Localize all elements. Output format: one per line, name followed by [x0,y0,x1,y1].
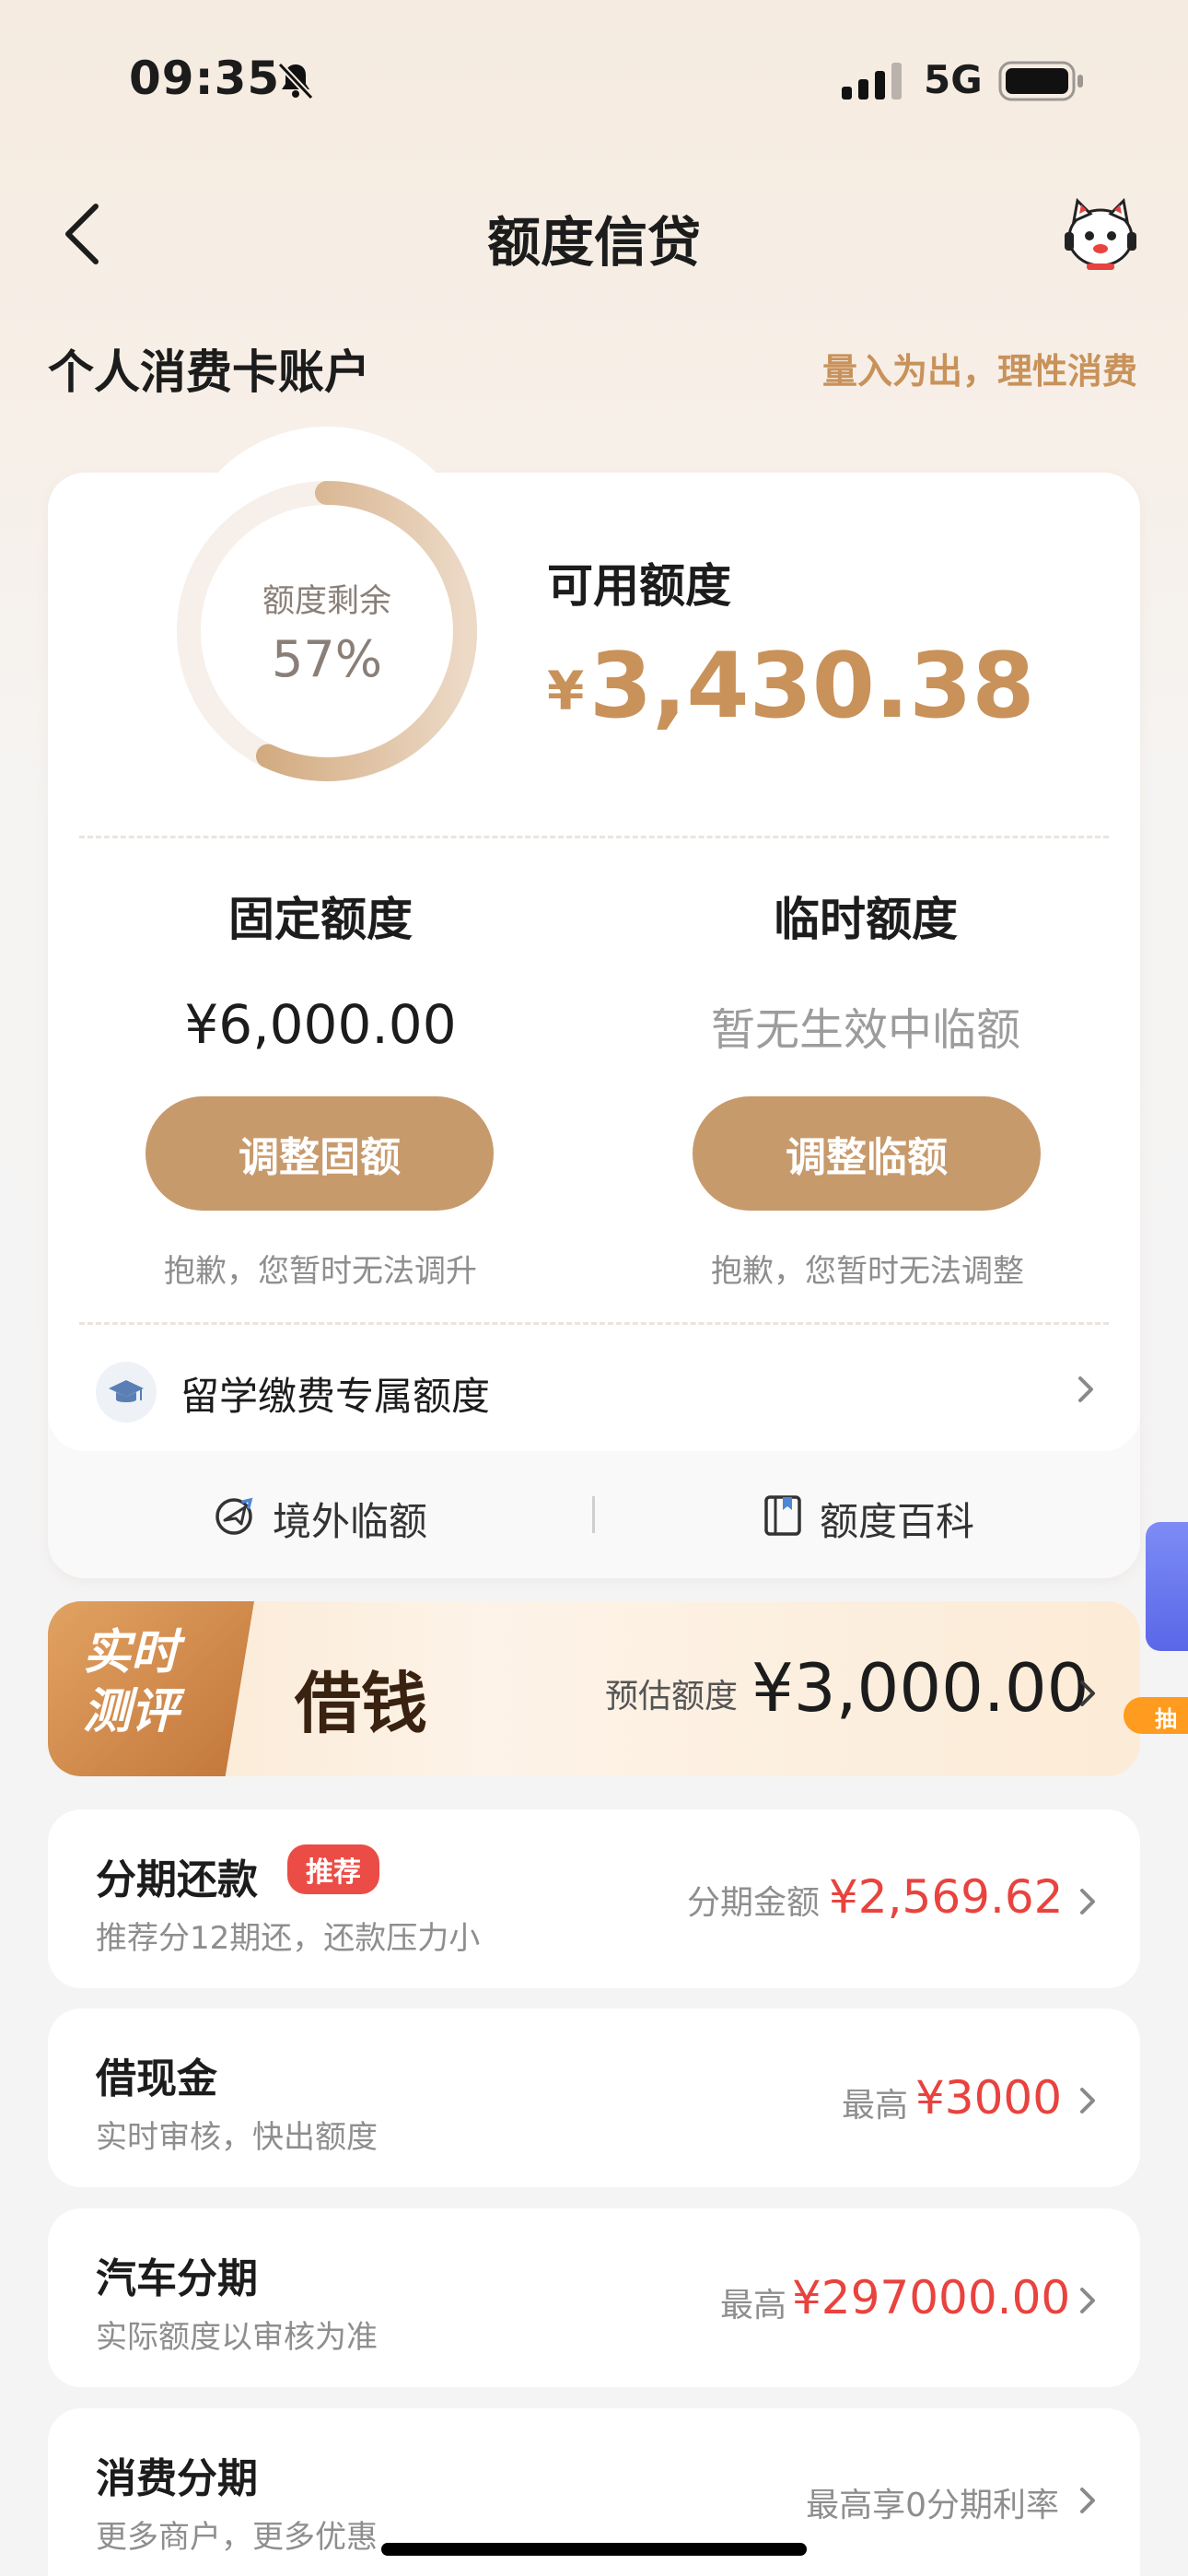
signal-icon [842,63,902,100]
graduation-cap-icon [96,1362,157,1423]
chevron-right-icon[interactable] [1077,2082,1100,2119]
adjust-temporary-quota-button[interactable]: 调整临额 [693,1096,1041,1211]
temporary-quota-value: 暂无生效中临额 [710,1004,1020,1056]
recommend-badge: 推荐 [287,1844,379,1894]
available-amount: 3,430.38 [589,634,1035,739]
chevron-right-icon[interactable] [1076,1371,1098,1408]
divider [79,1322,1109,1325]
installment-amount: ¥2,569.62 [829,1870,1064,1924]
fixed-quota-label: 固定额度 [228,893,413,946]
chevron-right-icon[interactable] [1077,1675,1100,1712]
estimate-amount: ¥3,000.00 [751,1649,1089,1727]
chevron-right-icon[interactable] [1077,2482,1100,2519]
cash-loan-subtitle: 实时审核，快出额度 [96,2119,378,2156]
status-time: 09:35 [129,52,281,105]
ring-percent: 57% [271,630,383,688]
borrow-title[interactable]: 借钱 [295,1649,427,1746]
account-title: 个人消费卡账户 [48,345,370,399]
car-installment-max-label: 最高 [719,2287,786,2324]
car-installment-max-amount: ¥297000.00 [792,2271,1071,2324]
consumer-installment-subtitle: 更多商户，更多优惠 [96,2519,378,2556]
cash-loan-title: 借现金 [96,2055,217,2102]
car-installment-title: 汽车分期 [96,2255,258,2302]
mascot-icon[interactable] [1059,195,1142,271]
page-title: 额度信贷 [486,211,701,274]
temporary-quota-note: 抱歉，您暂时无法调整 [711,1253,1024,1290]
footer-divider [592,1496,595,1533]
slogan-text: 量入为出，理性消费 [821,351,1137,392]
quota-wiki-link[interactable]: 额度百科 [820,1491,974,1547]
fixed-quota-note: 抱歉，您暂时无法调升 [164,1253,477,1290]
installment-repay-title: 分期还款 [96,1856,258,1903]
ring-label: 额度剩余 [262,583,391,620]
temporary-quota-label: 临时额度 [774,893,958,946]
adjust-fixed-quota-button[interactable]: 调整固额 [146,1096,494,1211]
divider [79,836,1109,838]
battery-icon [998,61,1083,101]
chevron-right-icon[interactable] [1077,1883,1100,1920]
consumer-installment-rate-label: 最高享0分期利率 [806,2487,1059,2524]
installment-repay-subtitle: 推荐分12期还，还款压力小 [96,1920,481,1957]
floating-phone-widget[interactable] [1146,1522,1188,1651]
home-indicator [381,2543,807,2556]
bell-off-icon [277,62,314,100]
network-type: 5G [924,57,983,102]
study-abroad-link[interactable]: 留学缴费专属额度 [181,1365,490,1422]
lottery-pill-label: 抽 [1155,1706,1177,1732]
overseas-temp-quota-link[interactable]: 境外临额 [273,1491,427,1547]
car-installment-subtitle: 实际额度以审核为准 [96,2319,378,2356]
globe-plane-icon[interactable] [212,1493,258,1539]
banner-tag-text: 实时 测评 [83,1625,180,1739]
book-icon[interactable] [761,1493,807,1539]
available-label: 可用额度 [547,559,731,613]
chevron-right-icon[interactable] [1077,2282,1100,2319]
fixed-quota-value: ¥6,000.00 [184,993,457,1056]
installment-amount-label: 分期金额 [686,1884,820,1922]
consumer-installment-title: 消费分期 [96,2455,258,2502]
estimate-label: 预估额度 [605,1678,739,1715]
cash-loan-max-label: 最高 [841,2087,908,2125]
cash-loan-max-amount: ¥3000 [915,2071,1063,2125]
available-currency: ¥ [547,660,585,722]
